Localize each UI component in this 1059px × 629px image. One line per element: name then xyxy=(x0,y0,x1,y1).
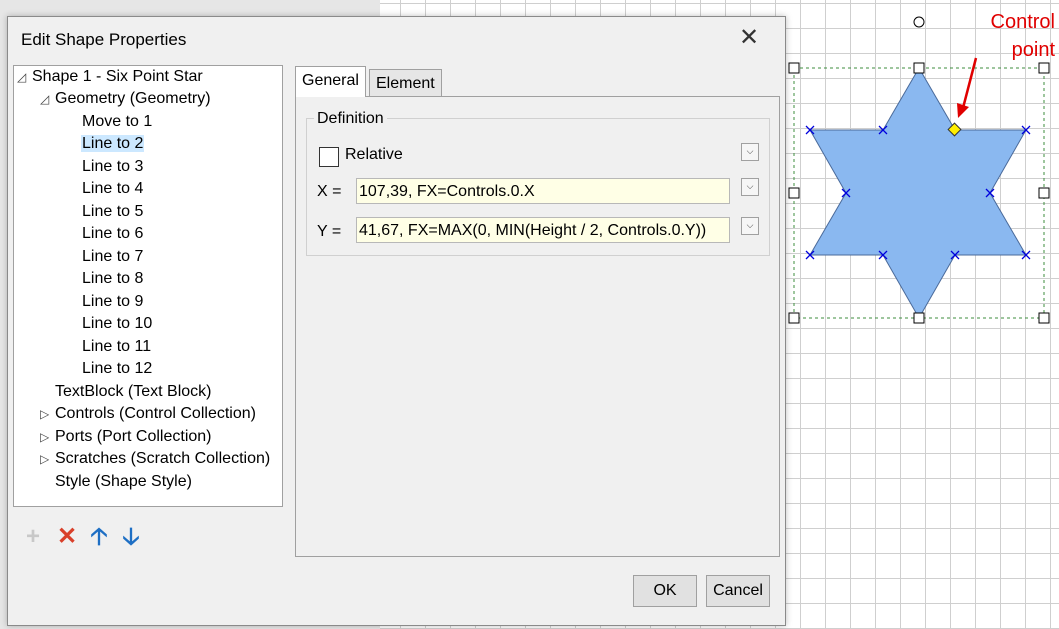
tree-item-label: Line to 9 xyxy=(82,293,144,310)
tree-item-path[interactable]: Line to 9 xyxy=(81,291,144,313)
x-dropdown-icon[interactable]: ⌵ xyxy=(741,178,759,196)
y-label: Y = xyxy=(317,223,342,240)
tree-item-label: TextBlock (Text Block) xyxy=(55,383,212,400)
arrow-up-icon[interactable]: 🡡 xyxy=(86,523,112,551)
definition-group: Definition Relative ⌵ X = 107,39, FX=Con… xyxy=(306,110,770,256)
tree-item-path[interactable]: Line to 4 xyxy=(81,178,144,200)
tree-item-label: Ports (Port Collection) xyxy=(55,428,212,445)
dialog-title: Edit Shape Properties xyxy=(21,30,187,49)
tree-item-label: Line to 3 xyxy=(82,158,144,175)
add-icon[interactable]: + xyxy=(20,523,46,551)
x-label: X = xyxy=(317,183,342,200)
tree-item-path[interactable]: Line to 10 xyxy=(81,313,153,335)
relative-checkbox[interactable] xyxy=(319,147,339,167)
tree-item-label: Controls (Control Collection) xyxy=(55,405,256,422)
tab-element[interactable]: Element xyxy=(369,69,442,98)
tree-item-label: Line to 8 xyxy=(82,270,144,287)
tree-item-label: Style (Shape Style) xyxy=(55,473,192,490)
tree-item-controls[interactable]: ▷ Controls (Control Collection) xyxy=(40,403,257,425)
expanded-icon[interactable]: ◿ xyxy=(17,66,31,88)
resize-handle xyxy=(788,187,800,199)
collapsed-icon[interactable]: ▷ xyxy=(40,426,54,448)
x-field[interactable]: 107,39, FX=Controls.0.X xyxy=(356,178,730,204)
collapsed-icon[interactable]: ▷ xyxy=(40,403,54,425)
annotation-line-1: Control xyxy=(990,11,1055,33)
tree-item-label: Line to 4 xyxy=(82,180,144,197)
delete-icon[interactable]: ✕ xyxy=(54,523,80,551)
control-point-annotation: Control point xyxy=(945,8,1055,64)
tree-item-label: Line to 11 xyxy=(82,338,152,355)
collapsed-icon[interactable]: ▷ xyxy=(40,448,54,470)
rotation-handle xyxy=(913,16,925,28)
tree-item-label: Scratches (Scratch Collection) xyxy=(55,450,271,467)
tree-item-scratches[interactable]: ▷ Scratches (Scratch Collection) xyxy=(40,448,271,470)
tree-item-label: Line to 6 xyxy=(82,225,144,242)
tree-item-label: Move to 1 xyxy=(82,113,153,130)
tree-item-path[interactable]: Line to 12 xyxy=(81,358,153,380)
close-icon[interactable]: ✕ xyxy=(736,26,762,52)
ok-button[interactable]: OK xyxy=(633,575,697,607)
six-point-star xyxy=(809,67,1027,320)
tree-item-label: Line to 7 xyxy=(82,248,144,265)
tree-item-path[interactable]: Line to 3 xyxy=(81,156,144,178)
resize-handle xyxy=(913,312,925,324)
tree-item-shape[interactable]: ◿ Shape 1 - Six Point Star xyxy=(17,66,204,88)
annotation-arrow xyxy=(957,57,978,118)
resize-handle xyxy=(1038,62,1050,74)
tree-item-style[interactable]: Style (Shape Style) xyxy=(54,471,193,493)
tree-item-path[interactable]: Line to 8 xyxy=(81,268,144,290)
resize-handle xyxy=(788,312,800,324)
shape-tree[interactable]: ◿ Shape 1 - Six Point Star ◿ Geometry (Geo… xyxy=(13,65,283,507)
relative-dropdown-icon[interactable]: ⌵ xyxy=(741,143,759,161)
annotation-line-2: point xyxy=(1011,39,1055,61)
tree-item-path[interactable]: Line to 2 xyxy=(81,133,145,155)
tree-item-ports[interactable]: ▷ Ports (Port Collection) xyxy=(40,426,213,448)
resize-handle xyxy=(1038,312,1050,324)
tree-item-geometry[interactable]: ◿ Geometry (Geometry) xyxy=(40,88,212,110)
relative-label: Relative xyxy=(345,146,403,163)
tree-item-label: Line to 10 xyxy=(82,315,153,332)
resize-handle xyxy=(913,62,925,74)
tree-item-textblock[interactable]: TextBlock (Text Block) xyxy=(54,381,212,403)
y-dropdown-icon[interactable]: ⌵ xyxy=(741,217,759,235)
tree-item-label: Shape 1 - Six Point Star xyxy=(32,68,203,85)
resize-handle xyxy=(788,62,800,74)
resize-handle xyxy=(1038,187,1050,199)
tab-general[interactable]: General xyxy=(295,66,366,97)
definition-legend: Definition xyxy=(314,110,387,128)
tree-item-path[interactable]: Move to 1 xyxy=(81,111,153,133)
tree-item-path[interactable]: Line to 11 xyxy=(81,336,152,358)
tree-item-label: Line to 12 xyxy=(82,360,153,377)
tree-item-path[interactable]: Line to 7 xyxy=(81,246,144,268)
cancel-button[interactable]: Cancel xyxy=(706,575,770,607)
edit-shape-properties-dialog: Edit Shape Properties ✕ ◿ Shape 1 - Six P… xyxy=(7,16,786,626)
tree-item-label: Line to 5 xyxy=(82,203,144,220)
tree-item-path[interactable]: Line to 5 xyxy=(81,201,144,223)
general-tab-page: Definition Relative ⌵ X = 107,39, FX=Con… xyxy=(295,96,780,557)
tree-item-label-selected: Line to 2 xyxy=(81,135,145,152)
expanded-icon[interactable]: ◿ xyxy=(40,88,54,110)
tree-item-label: Geometry (Geometry) xyxy=(55,90,211,107)
tree-item-path[interactable]: Line to 6 xyxy=(81,223,144,245)
y-field[interactable]: 41,67, FX=MAX(0, MIN(Height / 2, Control… xyxy=(356,217,730,243)
arrow-down-icon[interactable]: 🡣 xyxy=(118,523,144,551)
